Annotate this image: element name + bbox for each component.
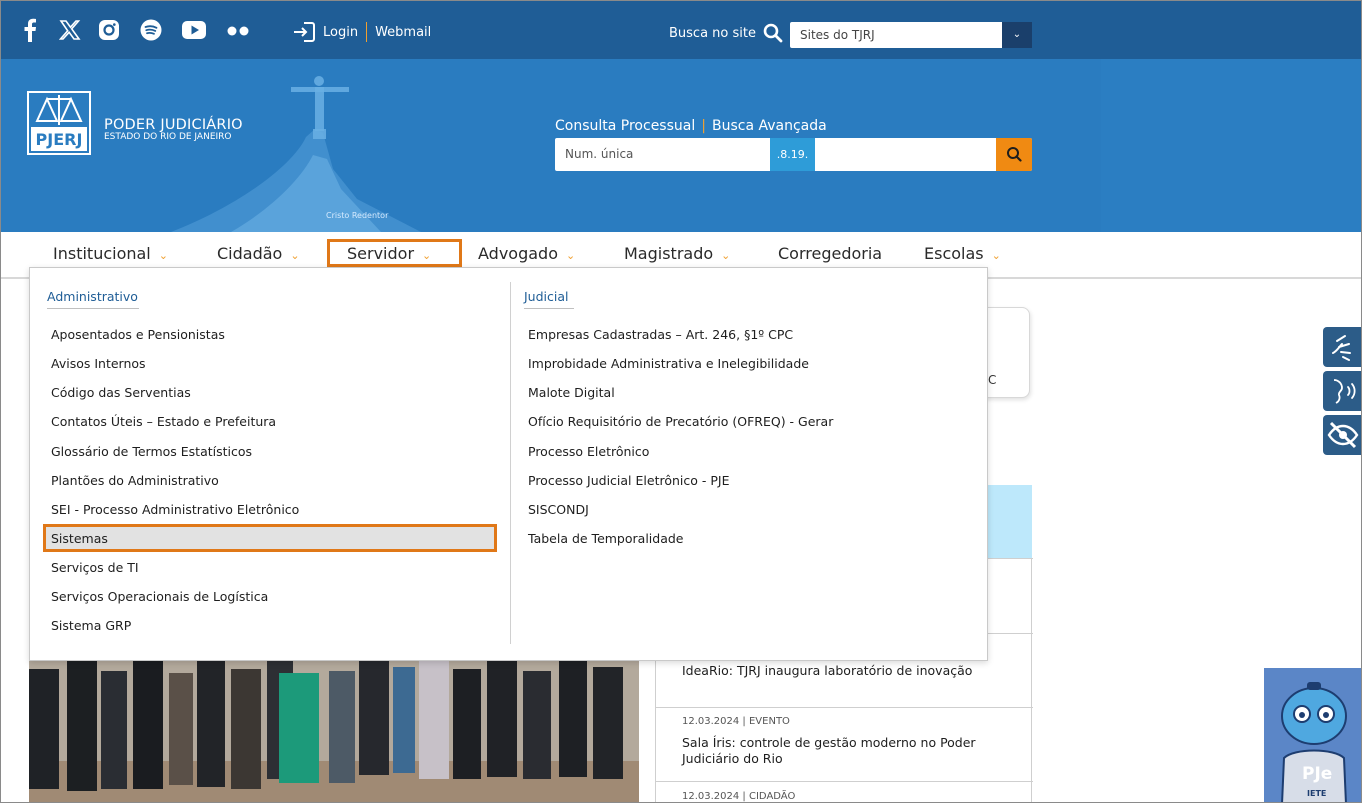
site-header: PJERJ PODER JUDICIÁRIO ESTADO DO RIO DE … [1, 59, 1361, 232]
sign-language-icon[interactable] [1323, 327, 1361, 367]
menu-item-contatos-uteis[interactable]: Contatos Úteis – Estado e Prefeitura [51, 414, 276, 429]
menu-item-sei[interactable]: SEI - Processo Administrativo Eletrônico [51, 502, 299, 517]
administrativo-heading: Administrativo [47, 289, 138, 304]
pje-mascot[interactable]: PJe IETE [1264, 668, 1361, 802]
eye-slash-icon[interactable] [1323, 415, 1361, 455]
nav-label: Corregedoria [778, 244, 883, 263]
search-icon[interactable] [763, 23, 783, 43]
chevron-down-icon: ⌄ [721, 249, 731, 262]
judicial-heading: Judicial [524, 289, 569, 304]
menu-item-aposentados[interactable]: Aposentados e Pensionistas [51, 327, 225, 342]
menu-item-empresas-cadastradas[interactable]: Empresas Cadastradas – Art. 246, §1º CPC [528, 327, 793, 342]
menu-item-avisos-internos[interactable]: Avisos Internos [51, 356, 146, 371]
menu-item-processo-eletronico[interactable]: Processo Eletrônico [528, 444, 649, 459]
process-placeholder: Num. única [565, 147, 634, 161]
nav-label: Advogado [478, 244, 558, 263]
facebook-icon[interactable] [23, 18, 39, 42]
nav-label: Institucional [53, 244, 151, 263]
nav-institucional[interactable]: Institucional ⌄ [53, 244, 168, 263]
servidor-highlight-box [327, 239, 462, 267]
nav-corregedoria[interactable]: Corregedoria [778, 244, 882, 263]
heading-underline [524, 308, 574, 309]
menu-item-improbidade[interactable]: Improbidade Administrativa e Inelegibili… [528, 356, 809, 371]
login-icon[interactable] [293, 22, 315, 42]
nav-escolas[interactable]: Escolas ⌄ [924, 244, 1001, 263]
menu-item-siscondj[interactable]: SISCONDJ [528, 502, 589, 517]
nav-label: Magistrado [624, 244, 714, 263]
menu-item-servicos-logistica[interactable]: Serviços Operacionais de Logística [51, 589, 268, 604]
nav-advogado[interactable]: Advogado ⌄ [478, 244, 575, 263]
webmail-link[interactable]: Webmail [375, 25, 431, 40]
chevron-down-icon: ⌄ [565, 249, 576, 262]
menu-item-pje[interactable]: Processo Judicial Eletrônico - PJE [528, 473, 729, 488]
process-search-button[interactable] [996, 138, 1032, 171]
nav-label: Cidadão [217, 244, 283, 263]
servidor-dropdown-menu: Administrativo Judicial Aposentados e Pe… [29, 267, 988, 661]
x-icon[interactable] [59, 18, 81, 42]
consulta-separator: | [701, 118, 706, 134]
flickr-icon[interactable] [227, 18, 251, 42]
search-site[interactable]: Busca no site [669, 23, 783, 43]
menu-item-malote-digital[interactable]: Malote Digital [528, 385, 615, 400]
spotify-icon[interactable] [140, 18, 162, 42]
logo-abbr: PJERJ [36, 130, 83, 149]
menu-item-plantoes[interactable]: Plantões do Administrativo [51, 473, 219, 488]
blue-panel [988, 485, 1032, 558]
sistemas-highlight-box [43, 524, 497, 552]
youtube-icon[interactable] [182, 18, 206, 42]
column-divider [510, 282, 511, 644]
chevron-down-icon: ⌄ [158, 249, 168, 262]
pje-sublabel: IETE [1307, 789, 1327, 798]
busca-avancada-link[interactable]: Busca Avançada [712, 118, 827, 134]
pjerj-logo[interactable]: PJERJ [27, 91, 91, 159]
search-site-label: Busca no site [669, 25, 756, 41]
logo-subtitle: ESTADO DO RIO DE JANEIRO [104, 132, 232, 142]
news-meta: 12.03.2024 | EVENTO [682, 716, 790, 727]
news-title[interactable]: Sala Íris: controle de gestão moderno no… [682, 735, 1002, 767]
page-root: Login Webmail Busca no site Sites do TJR… [0, 0, 1362, 803]
sites-select-value: Sites do TJRJ [800, 28, 875, 42]
login-link[interactable]: Login [323, 25, 358, 40]
process-search-input[interactable]: Num. única .8.19. [555, 138, 1032, 171]
news-item[interactable]: 12.03.2024 | CIDADÃO [656, 781, 1033, 802]
consulta-links: Consulta Processual | Busca Avançada [555, 118, 827, 134]
nav-label: Escolas [924, 244, 984, 263]
search-icon [1007, 147, 1022, 162]
menu-item-tabela-temporalidade[interactable]: Tabela de Temporalidade [528, 531, 683, 546]
login-area: Login Webmail [293, 21, 431, 43]
news-item[interactable]: 12.03.2024 | EVENTO Sala Íris: controle … [656, 707, 1033, 781]
heading-underline [47, 308, 139, 309]
menu-item-ofreq[interactable]: Ofício Requisitório de Precatório (OFREQ… [528, 414, 833, 429]
sites-select[interactable]: Sites do TJRJ ⌄ [790, 22, 1032, 48]
menu-item-glossario[interactable]: Glossário de Termos Estatísticos [51, 444, 252, 459]
menu-item-sistema-grp[interactable]: Sistema GRP [51, 618, 131, 633]
process-code-badge: .8.19. [770, 138, 815, 171]
menu-item-sistemas[interactable]: Sistemas [51, 531, 108, 546]
menu-item-servicos-ti[interactable]: Serviços de TI [51, 560, 139, 575]
logo-title: PODER JUDICIÁRIO [104, 117, 243, 133]
chevron-down-icon: ⌄ [991, 249, 1001, 262]
top-bar: Login Webmail Busca no site Sites do TJR… [1, 1, 1361, 59]
consulta-processual-link[interactable]: Consulta Processual [555, 118, 695, 134]
pje-label: PJe [1302, 764, 1333, 784]
voice-reader-icon[interactable] [1323, 371, 1361, 411]
nav-magistrado[interactable]: Magistrado ⌄ [624, 244, 730, 263]
chevron-down-icon[interactable]: ⌄ [1002, 22, 1032, 48]
menu-item-codigo-serventias[interactable]: Código das Serventias [51, 385, 191, 400]
card-fragment: C [988, 373, 997, 387]
cristo-label: Cristo Redentor [326, 211, 389, 220]
news-title[interactable]: IdeaRio: TJRJ inaugura laboratório de in… [682, 663, 972, 679]
news-photo[interactable] [29, 661, 639, 802]
login-separator [366, 22, 368, 42]
instagram-icon[interactable] [98, 18, 120, 42]
nav-cidadao[interactable]: Cidadão ⌄ [217, 244, 300, 263]
news-meta: 12.03.2024 | CIDADÃO [682, 791, 796, 802]
chevron-down-icon: ⌄ [290, 249, 300, 262]
